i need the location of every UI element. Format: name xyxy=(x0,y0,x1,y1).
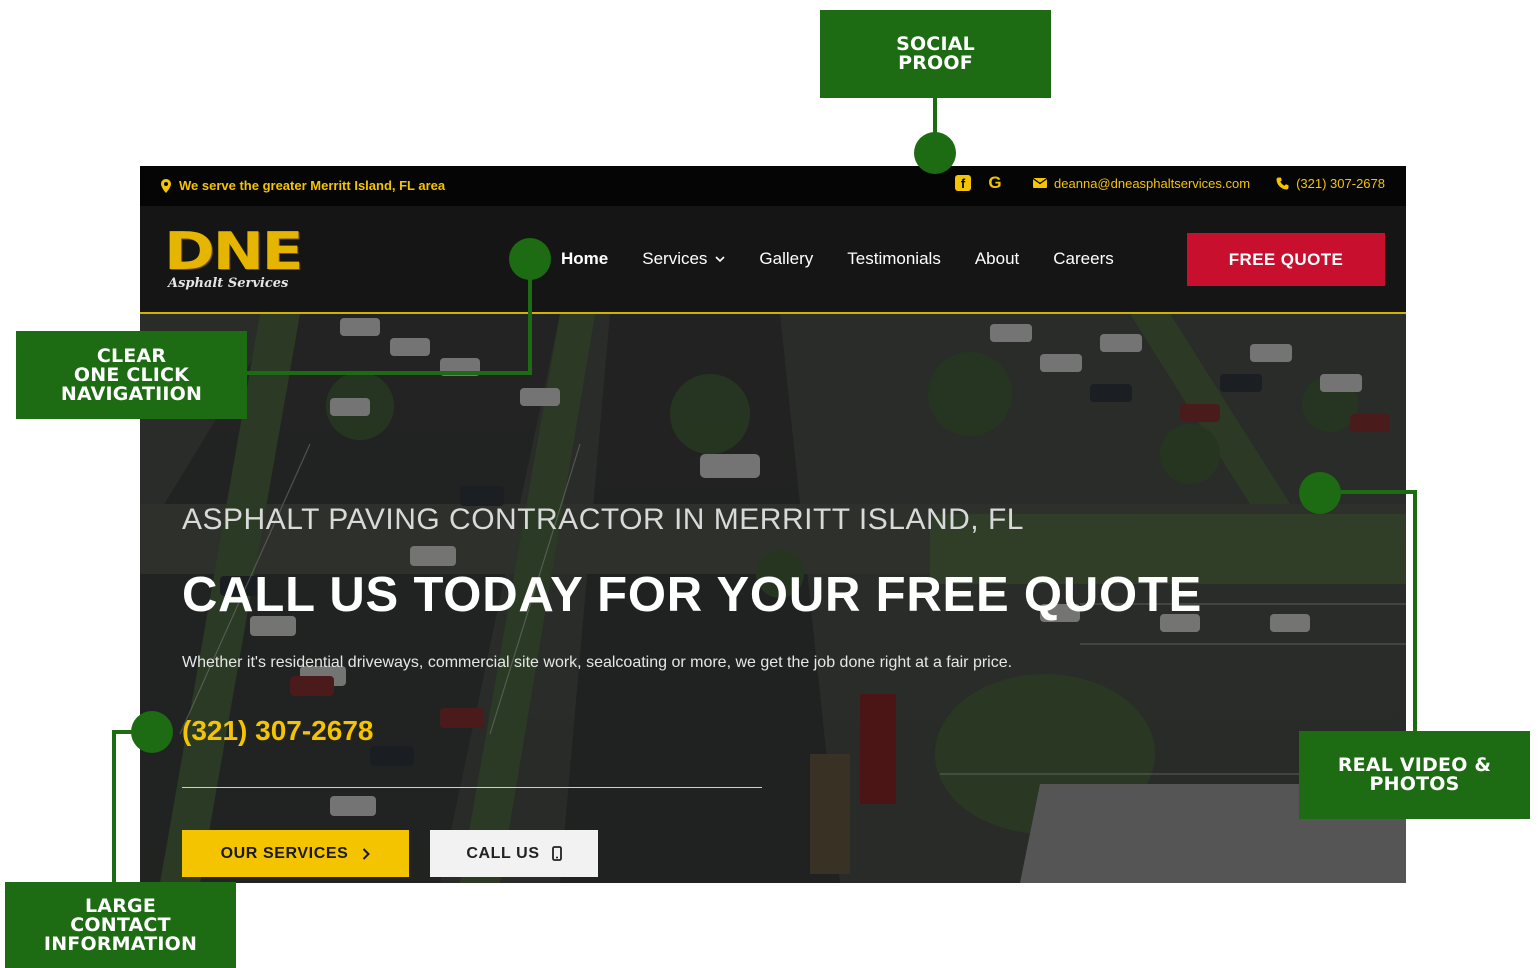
nav-item-careers[interactable]: Careers xyxy=(1053,249,1113,269)
our-services-button[interactable]: OUR SERVICES xyxy=(182,830,409,877)
callout-connector xyxy=(1338,490,1417,494)
hero-divider xyxy=(182,787,762,788)
call-us-label: CALL US xyxy=(466,844,540,862)
callout-marker xyxy=(509,238,551,280)
google-icon[interactable]: G xyxy=(987,173,1003,192)
map-pin-icon xyxy=(161,178,171,193)
main-navigation: DNE Asphalt Services Home Services Galle… xyxy=(140,206,1406,314)
mobile-phone-icon xyxy=(551,846,562,861)
hero-section: ASPHALT PAVING CONTRACTOR IN MERRITT ISL… xyxy=(140,314,1406,883)
nav-item-gallery[interactable]: Gallery xyxy=(759,249,813,269)
callout-social-proof: SOCIAL PROOF xyxy=(820,10,1051,98)
free-quote-button[interactable]: FREE QUOTE xyxy=(1187,233,1385,286)
phone-link[interactable]: (321) 307-2678 xyxy=(1276,176,1385,191)
nav-item-testimonials[interactable]: Testimonials xyxy=(847,249,941,269)
phone-icon xyxy=(1276,177,1289,189)
chevron-right-icon xyxy=(363,847,371,860)
dne-logo[interactable]: DNE Asphalt Services xyxy=(164,224,304,296)
callout-connector xyxy=(1413,490,1417,732)
nav-item-home[interactable]: Home xyxy=(561,249,608,269)
service-area-text: We serve the greater Merritt Island, FL … xyxy=(179,178,446,193)
callout-marker xyxy=(131,711,173,753)
callout-connector xyxy=(528,278,532,374)
callout-connector xyxy=(247,371,532,375)
hero-description: Whether it's residential driveways, comm… xyxy=(182,654,1013,671)
envelope-icon xyxy=(1033,178,1048,188)
email-link[interactable]: deanna@dneasphaltservices.com xyxy=(1033,176,1250,191)
hero-subheading: ASPHALT PAVING CONTRACTOR IN MERRITT ISL… xyxy=(182,503,1024,536)
service-area: We serve the greater Merritt Island, FL … xyxy=(161,178,445,193)
call-us-button[interactable]: CALL US xyxy=(430,830,598,877)
logo-subtitle: Asphalt Services xyxy=(168,276,289,291)
logo-wordmark: DNE xyxy=(164,222,304,282)
top-bar: We serve the greater Merritt Island, FL … xyxy=(140,166,1406,206)
phone-text: (321) 307-2678 xyxy=(1296,175,1385,191)
our-services-label: OUR SERVICES xyxy=(220,844,349,862)
top-bar-contacts: f G deanna@dneasphaltservices.com (321) … xyxy=(955,173,1385,192)
callout-connector xyxy=(112,730,116,882)
chevron-down-icon xyxy=(715,255,725,262)
nav-menu: Home Services Gallery Testimonials About… xyxy=(561,206,1148,312)
nav-item-services[interactable]: Services xyxy=(642,249,725,269)
callout-large-contact-information: LARGE CONTACT INFORMATION xyxy=(5,882,236,968)
callout-marker xyxy=(914,132,956,174)
website-screenshot: We serve the greater Merritt Island, FL … xyxy=(140,166,1406,883)
email-text: deanna@dneasphaltservices.com xyxy=(1054,175,1251,191)
callout-real-video-photos: REAL VIDEO & PHOTOS xyxy=(1299,731,1530,819)
hero-headline: CALL US TODAY FOR YOUR FREE QUOTE xyxy=(182,568,1203,622)
nav-item-about[interactable]: About xyxy=(975,249,1019,269)
callout-navigation: CLEAR ONE CLICK NAVIGATIION xyxy=(16,331,247,419)
hero-phone-number[interactable]: (321) 307-2678 xyxy=(182,715,373,747)
facebook-icon[interactable]: f xyxy=(955,175,972,191)
callout-marker xyxy=(1299,472,1341,514)
